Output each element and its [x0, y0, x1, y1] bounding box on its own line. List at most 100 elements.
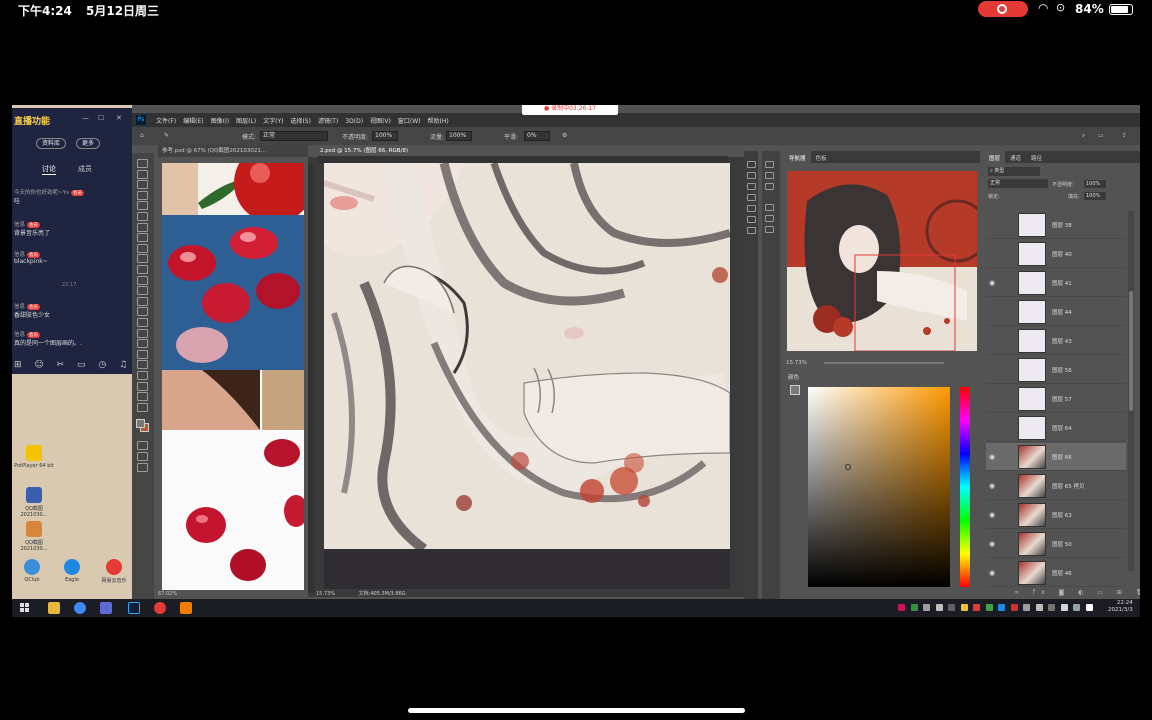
blend-mode-select[interactable]: 正常 [988, 179, 1048, 188]
panel-shortcut-icon[interactable] [765, 183, 774, 190]
panel-shortcut-icon[interactable] [747, 183, 756, 190]
panel-shortcut-icon[interactable] [747, 172, 756, 179]
ps-menu-item[interactable]: 帮助(H) [428, 118, 449, 125]
tool-icon[interactable] [137, 360, 148, 370]
foreground-color-swatch[interactable] [136, 419, 145, 428]
panel-shortcut-icon[interactable] [747, 205, 756, 212]
mode-icon[interactable] [137, 463, 148, 472]
ps-menu-item[interactable]: 滤镜(T) [318, 118, 338, 125]
ps-menu-item[interactable]: 选择(S) [290, 118, 311, 125]
tool-icon[interactable] [137, 180, 148, 190]
visibility-eye-icon[interactable]: ◉ [989, 482, 995, 490]
gear-icon[interactable]: ⚙ [562, 132, 567, 139]
tab-swatches[interactable]: 色板 [811, 151, 832, 165]
qq-library-button[interactable]: 资料库 [36, 138, 67, 149]
hue-slider[interactable] [960, 387, 970, 587]
tray-icon[interactable] [973, 604, 980, 611]
panel-shortcut-icon[interactable] [747, 216, 756, 223]
layers-scroll-thumb[interactable] [1129, 291, 1133, 411]
panel-shortcut-icon[interactable] [765, 161, 774, 168]
tool-icon[interactable] [137, 286, 148, 296]
tool-icon[interactable] [137, 190, 148, 200]
desktop-icon-potplayer[interactable]: PotPlayer 64 bit [14, 445, 54, 469]
panel-shortcut-icon[interactable] [747, 227, 756, 234]
layer-row[interactable]: 图层 43 [986, 327, 1126, 355]
painting-canvas[interactable] [324, 163, 730, 549]
workspace-icon[interactable]: ▭ [1098, 132, 1104, 139]
app-icon[interactable] [100, 602, 112, 614]
photoshop-taskbar-icon[interactable] [128, 602, 140, 614]
layer-row[interactable]: ◉ 图层 63 [986, 501, 1126, 529]
tray-icon[interactable] [898, 604, 905, 611]
layers-scrollbar[interactable] [1128, 211, 1134, 571]
tray-icon[interactable] [1085, 604, 1093, 611]
windows-start-icon[interactable] [20, 603, 30, 613]
tab-navigator[interactable]: 导航器 [784, 151, 811, 165]
tray-icon[interactable] [910, 604, 918, 611]
color-picker-field[interactable] [808, 387, 950, 587]
tray-icon[interactable] [998, 604, 1005, 611]
tray-icon[interactable] [1010, 604, 1018, 611]
mode-select[interactable]: 正常 [260, 131, 328, 141]
tray-icon[interactable] [935, 604, 943, 611]
visibility-eye-icon[interactable]: ◉ [989, 279, 995, 287]
visibility-eye-icon[interactable]: ◉ [989, 540, 995, 548]
tab-paths[interactable]: 路径 [1026, 151, 1047, 165]
panel-shortcut-icon[interactable] [765, 226, 774, 233]
tray-icon[interactable] [1035, 604, 1043, 611]
navigator-thumbnail[interactable] [787, 171, 977, 351]
ps-menu-item[interactable]: 3D(D) [345, 118, 363, 125]
tray-icon[interactable] [1048, 604, 1055, 611]
tab-channels[interactable]: 通道 [1005, 151, 1026, 165]
tool-icon[interactable] [137, 381, 148, 391]
qq-more-button[interactable]: 更多 [76, 138, 101, 149]
share-icon[interactable]: ⇪ [1122, 132, 1127, 139]
ios-home-indicator[interactable] [408, 708, 745, 713]
color-picker-marker[interactable] [845, 464, 851, 470]
panel-shortcut-icon[interactable] [765, 204, 774, 211]
reference-canvas[interactable] [162, 163, 304, 590]
layer-row[interactable]: 图层 40 [986, 240, 1126, 268]
layer-opacity-field[interactable]: 100% [1084, 180, 1106, 188]
file-explorer-icon[interactable] [48, 602, 60, 614]
panel-shortcut-icon[interactable] [765, 172, 774, 179]
navigator-zoom-slider[interactable] [824, 362, 944, 364]
visibility-eye-icon[interactable]: ◉ [989, 453, 995, 461]
tray-icon[interactable] [923, 604, 930, 611]
tool-icon[interactable] [137, 318, 148, 327]
opacity-field[interactable]: 100% [372, 131, 398, 141]
brush-tool-icon[interactable]: ✎ [164, 132, 169, 139]
tool-icon[interactable] [137, 339, 148, 349]
desktop-icon-qclub[interactable]: QClub [12, 559, 52, 583]
ps-menu-item[interactable]: 视图(V) [370, 118, 391, 125]
layer-row[interactable]: 图层 38 [986, 211, 1126, 239]
ps-menu-item[interactable]: 窗口(W) [398, 118, 421, 125]
tool-icon[interactable] [137, 371, 148, 380]
ps-menu-item[interactable]: 图层(L) [236, 118, 256, 125]
tool-icon[interactable] [137, 201, 148, 211]
tool-icon[interactable] [137, 275, 148, 285]
qq-tab-members[interactable]: 成员 [78, 164, 92, 174]
tool-icon[interactable] [137, 402, 148, 412]
fill-field[interactable]: 100% [1084, 192, 1106, 200]
layer-filter-select[interactable]: ⌕ 类型 [988, 167, 1040, 176]
layer-row[interactable]: 图层 57 [986, 385, 1126, 413]
tool-icon[interactable] [137, 307, 148, 317]
tray-icon[interactable] [960, 604, 968, 611]
maximize-icon[interactable]: ☐ [98, 114, 104, 122]
color-fg-swatch[interactable] [790, 385, 800, 395]
ps-menu-item[interactable]: 编辑(E) [183, 118, 203, 125]
desktop-icon-eagle[interactable]: Eagle [52, 559, 92, 583]
layer-row[interactable]: 图层 44 [986, 298, 1126, 326]
tool-icon[interactable] [137, 169, 148, 179]
taskbar-clock[interactable]: 22:24 2021/3/3 [1108, 600, 1133, 614]
layer-row[interactable]: 图层 64 [986, 414, 1126, 442]
ps-menu-item[interactable]: 文字(Y) [263, 118, 283, 125]
layer-row[interactable]: ◉ 图层 41 [986, 269, 1126, 297]
panel-shortcut-icon[interactable] [747, 194, 756, 201]
desktop-icon-screenshot-1[interactable]: QQ截图 2021030... [14, 487, 54, 518]
tool-icon[interactable] [137, 159, 148, 168]
tray-icon[interactable] [985, 604, 993, 611]
recorder-taskbar-icon[interactable] [180, 602, 192, 614]
qq-tab-discussion[interactable]: 讨论 [42, 164, 56, 175]
